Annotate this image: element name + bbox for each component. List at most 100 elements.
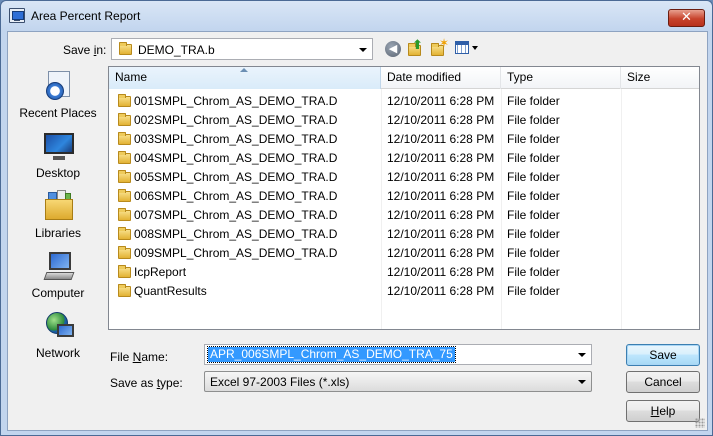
file-date: 12/10/2011 6:28 PM [387,265,495,279]
place-label: Computer [31,286,85,300]
file-date: 12/10/2011 6:28 PM [387,227,495,241]
column-header-date[interactable]: Date modified [381,67,501,89]
save-as-type-label: Save as type: [110,376,183,390]
window-title: Area Percent Report [31,9,141,23]
sort-ascending-icon [240,68,248,72]
file-name: 008SMPL_Chrom_AS_DEMO_TRA.D [134,227,338,241]
file-name: QuantResults [134,284,207,298]
file-type: File folder [507,227,560,241]
view-menu-icon[interactable] [455,40,481,56]
folder-icon [118,94,131,107]
folder-icon [118,113,131,126]
column-header-size[interactable]: Size [621,67,699,89]
libraries-icon [42,190,76,222]
file-date: 12/10/2011 6:28 PM [387,151,495,165]
file-name: 001SMPL_Chrom_AS_DEMO_TRA.D [134,94,338,108]
place-network[interactable]: Network [12,308,104,364]
list-item[interactable]: QuantResults 12/10/2011 6:28 PM File folde… [109,281,699,300]
file-date: 12/10/2011 6:28 PM [387,246,495,260]
folder-icon [118,151,131,164]
list-item[interactable]: 007SMPL_Chrom_AS_DEMO_TRA.D 12/10/2011 6:… [109,205,699,224]
close-button[interactable]: ✕ [668,9,705,27]
file-name: 007SMPL_Chrom_AS_DEMO_TRA.D [134,208,338,222]
folder-icon [118,265,131,278]
list-item[interactable]: 005SMPL_Chrom_AS_DEMO_TRA.D 12/10/2011 6:… [109,167,699,186]
column-header-type[interactable]: Type [501,67,621,89]
file-type: File folder [507,151,560,165]
places-bar: Recent Places Desktop Libraries Computer… [12,66,104,362]
folder-icon [118,189,131,202]
recent-places-icon [42,70,76,102]
chevron-down-icon [359,48,367,52]
folder-icon [118,208,131,221]
place-label: Network [35,346,80,360]
place-recent-places[interactable]: Recent Places [12,68,104,124]
file-name: 009SMPL_Chrom_AS_DEMO_TRA.D [134,246,338,260]
dialog-body: Save in: DEMO_TRA.b ◀ ⬆ ✶ Recent Places … [7,31,708,431]
desktop-icon [42,130,76,162]
up-folder-icon[interactable]: ⬆ [407,37,423,57]
file-date: 12/10/2011 6:28 PM [387,132,495,146]
file-date: 12/10/2011 6:28 PM [387,208,495,222]
file-type: File folder [507,189,560,203]
list-item[interactable]: 001SMPL_Chrom_AS_DEMO_TRA.D 12/10/2011 6:… [109,91,699,110]
file-date: 12/10/2011 6:28 PM [387,284,495,298]
folder-icon [118,132,131,145]
file-name: 002SMPL_Chrom_AS_DEMO_TRA.D [134,113,338,127]
place-libraries[interactable]: Libraries [12,188,104,244]
folder-icon [118,170,131,183]
list-item[interactable]: IcpReport 12/10/2011 6:28 PM File folder [109,262,699,281]
resize-grip[interactable] [695,418,705,428]
list-item[interactable]: 003SMPL_Chrom_AS_DEMO_TRA.D 12/10/2011 6:… [109,129,699,148]
folder-icon [118,284,131,297]
place-computer[interactable]: Computer [12,248,104,304]
title-bar[interactable]: Area Percent Report ✕ [1,1,712,31]
file-type: File folder [507,265,560,279]
save-button[interactable]: Save [626,344,700,366]
file-date: 12/10/2011 6:28 PM [387,189,495,203]
chevron-down-icon [578,380,586,384]
place-label: Recent Places [19,106,97,120]
file-type: File folder [507,170,560,184]
file-type: File folder [507,246,560,260]
save-in-label: Save in: [63,43,106,57]
new-folder-icon[interactable]: ✶ [430,36,449,57]
file-name: 003SMPL_Chrom_AS_DEMO_TRA.D [134,132,338,146]
file-name: IcpReport [134,265,187,279]
folder-icon [118,246,131,259]
current-folder: DEMO_TRA.b [138,43,215,57]
place-desktop[interactable]: Desktop [12,128,104,184]
file-type: File folder [507,284,560,298]
column-header-row: Name Date modified Type Size [109,67,699,89]
folder-icon [118,227,131,240]
save-as-type-select[interactable]: Excel 97-2003 Files (*.xls) [204,371,592,392]
network-icon [42,310,76,342]
list-item[interactable]: 002SMPL_Chrom_AS_DEMO_TRA.D 12/10/2011 6:… [109,110,699,129]
file-date: 12/10/2011 6:28 PM [387,94,495,108]
list-item[interactable]: 009SMPL_Chrom_AS_DEMO_TRA.D 12/10/2011 6:… [109,243,699,262]
file-type: File folder [507,94,560,108]
computer-icon [42,250,76,282]
file-name: 004SMPL_Chrom_AS_DEMO_TRA.D [134,151,338,165]
application-icon [9,8,25,23]
folder-icon [119,42,132,55]
close-icon: ✕ [681,10,692,25]
cancel-button[interactable]: Cancel [626,371,700,393]
save-in-dropdown[interactable]: DEMO_TRA.b [111,38,373,60]
save-dialog-window: Area Percent Report ✕ Save in: DEMO_TRA.… [0,0,713,436]
list-item[interactable]: 008SMPL_Chrom_AS_DEMO_TRA.D 12/10/2011 6:… [109,224,699,243]
list-item[interactable]: 006SMPL_Chrom_AS_DEMO_TRA.D 12/10/2011 6:… [109,186,699,205]
file-list[interactable]: Name Date modified Type Size 001SMPL_Chr… [108,66,700,330]
place-label: Libraries [34,226,82,240]
file-name-value: APR_006SMPL_Chrom_AS_DEMO_TRA_75 [207,346,456,363]
file-date: 12/10/2011 6:28 PM [387,113,495,127]
chevron-down-icon[interactable] [578,353,586,357]
list-item[interactable]: 004SMPL_Chrom_AS_DEMO_TRA.D 12/10/2011 6:… [109,148,699,167]
column-header-name[interactable]: Name [109,67,381,89]
file-date: 12/10/2011 6:28 PM [387,170,495,184]
file-type: File folder [507,132,560,146]
file-name-input[interactable]: APR_006SMPL_Chrom_AS_DEMO_TRA_75 [204,344,592,365]
file-name: 005SMPL_Chrom_AS_DEMO_TRA.D [134,170,338,184]
back-icon[interactable]: ◀ [385,41,401,57]
help-button[interactable]: Help [626,400,700,422]
